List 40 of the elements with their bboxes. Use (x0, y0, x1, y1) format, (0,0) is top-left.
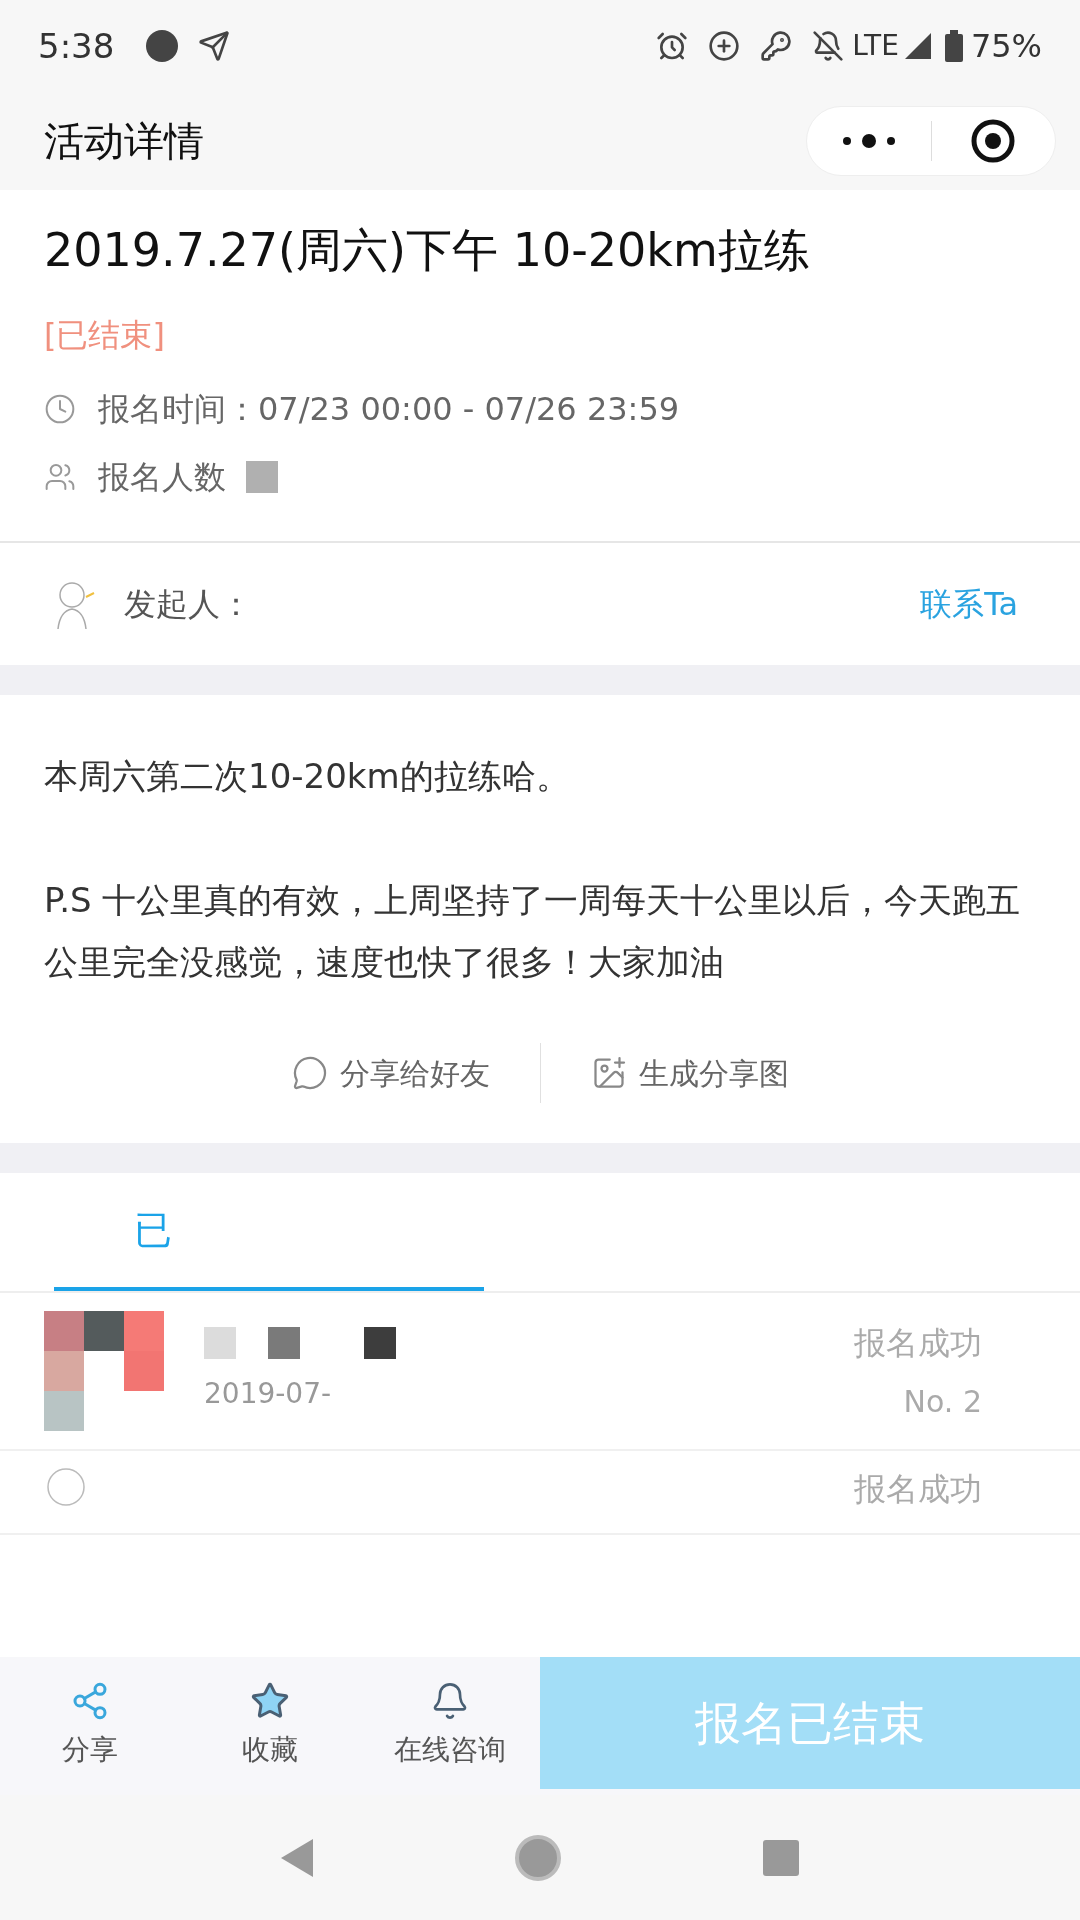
redaction-block (246, 461, 278, 493)
description-paragraph: 本周六第二次10-20km的拉练哈。 (44, 755, 571, 798)
share-action-button[interactable]: 生成分享图 (590, 1050, 789, 1096)
alarm-icon (656, 30, 689, 62)
clock-icon (44, 393, 76, 425)
signup-date: 2019-07- (204, 1376, 333, 1412)
description-paragraph: P.S 十公里真的有效，上周坚持了一周每天十公里以后，今天跑五公里完全没感觉，速度也快了很多！大家加油 (44, 879, 1022, 984)
signup-number: No. 2 (903, 1382, 982, 1421)
event-title: 2019.7.27(周六)下午 10-20km拉练 (44, 222, 811, 279)
page-title: 活动详情 (44, 117, 204, 166)
mute-icon (812, 30, 845, 62)
signup-time: 报名时间：07/23 00:00 - 07/26 23:59 (98, 389, 680, 430)
bottom-action-button[interactable]: 在线咨询 (360, 1657, 540, 1795)
organizer-label: 发起人： (124, 584, 252, 625)
send-icon (198, 30, 231, 62)
avatar-outline-icon (44, 1465, 88, 1509)
key-icon (760, 30, 793, 62)
back-button[interactable] (279, 1836, 316, 1879)
home-icon (514, 1833, 562, 1882)
people-icon (44, 461, 76, 493)
target-icon (970, 118, 1017, 164)
recents-icon (760, 1837, 801, 1878)
event-status: [已结束] (44, 315, 166, 356)
home-button[interactable] (514, 1833, 562, 1882)
bottom-action-button[interactable]: 分享 (0, 1657, 180, 1795)
signup-status: 报名成功 (854, 1469, 982, 1510)
star-icon (250, 1681, 290, 1721)
back-icon (279, 1836, 316, 1879)
data-saver-icon (708, 30, 741, 62)
battery-icon (944, 30, 963, 62)
battery-percent: 75% (970, 26, 1042, 67)
bottom-action-button[interactable]: 收藏 (180, 1657, 360, 1795)
chat-icon (291, 1055, 328, 1091)
share-action-button[interactable]: 分享给好友 (291, 1050, 490, 1096)
status-time: 5:38 (38, 24, 115, 68)
network-type: LTE (852, 28, 899, 64)
recents-button[interactable] (760, 1837, 801, 1878)
signup-count-label: 报名人数 (98, 457, 226, 498)
signup-status: 报名成功 (854, 1322, 982, 1364)
app-badge-icon (146, 30, 179, 62)
